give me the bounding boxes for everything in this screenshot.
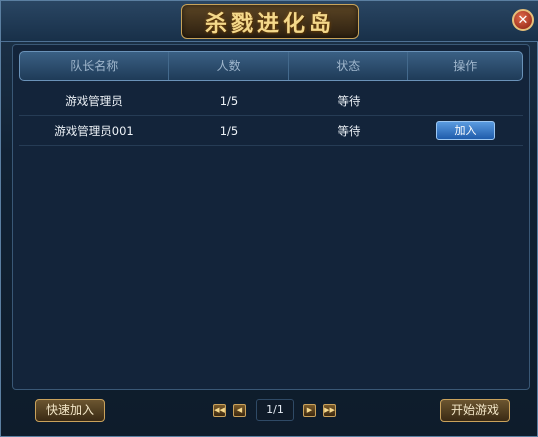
table-header: 队长名称 人数 状态 操作 [19, 51, 523, 81]
title-plate: 杀戮进化岛 [181, 4, 359, 39]
header-captain: 队长名称 [20, 52, 170, 80]
header-action: 操作 [453, 59, 478, 73]
page-indicator: 1/1 [256, 399, 294, 421]
room-status: 等待 [337, 124, 361, 138]
action-cell [409, 87, 523, 115]
captain-name: 游戏管理员 [65, 94, 123, 108]
table-row[interactable]: 游戏管理员 1/5 等待 [19, 87, 523, 116]
header-players: 人数 [169, 52, 289, 80]
header-status: 状态 [289, 52, 409, 80]
close-icon: ✕ [517, 12, 529, 28]
game-lobby-window: 杀戮进化岛 ✕ 队长名称 人数 状态 操作 游戏管理员 1/5 等待 游戏管理员… [0, 0, 538, 437]
close-button[interactable]: ✕ [512, 9, 534, 31]
join-button[interactable]: 加入 [436, 121, 495, 140]
title-bar: 杀戮进化岛 ✕ [1, 1, 538, 42]
player-count: 1/5 [219, 124, 239, 138]
last-page-icon[interactable]: ▶▶ [323, 404, 336, 417]
table-row[interactable]: 游戏管理员001 1/5 等待 加入 [19, 117, 523, 146]
window-title: 杀戮进化岛 [204, 10, 335, 37]
room-status: 等待 [337, 94, 361, 108]
captain-name: 游戏管理员001 [54, 124, 134, 138]
action-cell: 加入 [409, 117, 523, 145]
prev-page-icon[interactable]: ◀ [233, 404, 246, 417]
start-game-button[interactable]: 开始游戏 [440, 399, 510, 422]
next-page-icon[interactable]: ▶ [303, 404, 316, 417]
quick-join-button[interactable]: 快速加入 [35, 399, 105, 422]
room-list-panel: 队长名称 人数 状态 操作 游戏管理员 1/5 等待 游戏管理员001 1/5 … [12, 44, 530, 390]
player-count: 1/5 [219, 94, 239, 108]
first-page-icon[interactable]: ◀◀ [213, 404, 226, 417]
